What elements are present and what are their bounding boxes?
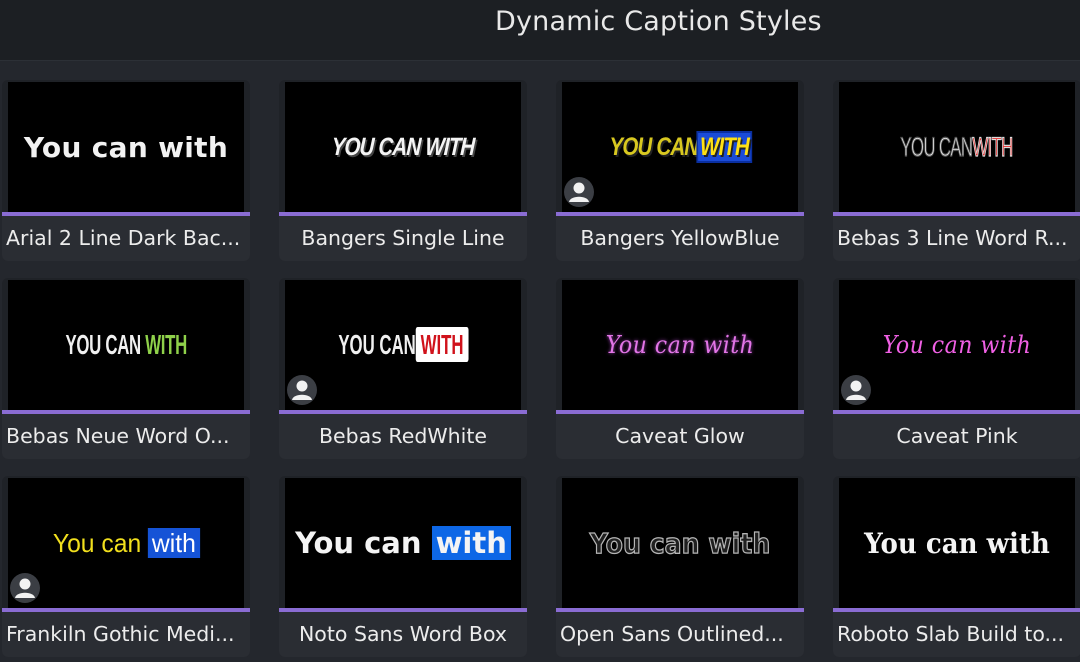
preview-text: You can with bbox=[589, 526, 771, 560]
preview-text: YOU CAN WITH bbox=[330, 132, 476, 161]
user-avatar-icon bbox=[564, 177, 594, 207]
caption-preview: YOU CANWITH bbox=[562, 82, 798, 212]
preview-text: You can with bbox=[23, 130, 229, 164]
preview-highlight-word: WITH bbox=[145, 329, 187, 360]
caption-preview: You can with bbox=[8, 478, 244, 608]
preview-text: You can with bbox=[864, 526, 1050, 560]
caption-style-tile-bebas-redwhite[interactable]: YOU CAN WITH Bebas RedWhite bbox=[279, 278, 527, 459]
preview-highlight-word: with bbox=[431, 526, 511, 560]
tile-label: Arial 2 Line Dark Bac... bbox=[2, 216, 250, 261]
preview-text: YOU CAN bbox=[900, 131, 974, 162]
caption-style-tile-roboto-slab[interactable]: You can with Roboto Slab Build to... bbox=[833, 476, 1080, 657]
preview-highlight-word: WITH bbox=[698, 132, 751, 161]
caption-style-tile-bangers-yellowblue[interactable]: YOU CANWITH Bangers YellowBlue bbox=[556, 80, 804, 261]
caption-preview: You can with bbox=[562, 280, 798, 410]
caption-style-tile-franklin-gothic[interactable]: You can with Frankiln Gothic Medi... bbox=[2, 476, 250, 657]
tile-label: Caveat Pink bbox=[833, 414, 1080, 459]
tile-label: Frankiln Gothic Medi... bbox=[2, 612, 250, 657]
caption-preview: YOU CANWITH bbox=[285, 280, 521, 410]
caption-preview: You can with bbox=[8, 82, 244, 212]
tile-label: Noto Sans Word Box bbox=[279, 612, 527, 657]
preview-text: YOU CAN bbox=[338, 329, 416, 360]
caption-preview: YOU CAN WITH bbox=[285, 82, 521, 212]
caption-style-tile-bebas-neue[interactable]: YOU CAN WITH Bebas Neue Word O... bbox=[2, 278, 250, 459]
caption-style-tile-bebas-3-line[interactable]: YOU CANWITH Bebas 3 Line Word R... bbox=[833, 80, 1080, 261]
tile-label: Bangers Single Line bbox=[279, 216, 527, 261]
caption-preview: You can with bbox=[562, 478, 798, 608]
preview-highlight-word: WITH bbox=[972, 131, 1014, 162]
tile-label: Bebas RedWhite bbox=[279, 414, 527, 459]
tile-label: Open Sans Outlined... bbox=[556, 612, 804, 657]
tile-label: Bebas Neue Word O... bbox=[2, 414, 250, 459]
user-avatar-icon bbox=[10, 573, 40, 603]
user-avatar-icon bbox=[287, 375, 317, 405]
preview-text: YOU CAN bbox=[609, 132, 699, 161]
caption-style-tile-bangers-single[interactable]: YOU CAN WITH Bangers Single Line bbox=[279, 80, 527, 261]
tile-label: Caveat Glow bbox=[556, 414, 804, 459]
caption-style-tile-caveat-glow[interactable]: You can with Caveat Glow bbox=[556, 278, 804, 459]
caption-preview: You can with bbox=[285, 478, 521, 608]
preview-highlight-word: WITH bbox=[415, 327, 468, 362]
preview-highlight-word: with bbox=[147, 527, 200, 558]
user-avatar-icon bbox=[841, 375, 871, 405]
caption-preview: You can with bbox=[839, 478, 1075, 608]
caption-style-tile-arial[interactable]: You can with Arial 2 Line Dark Bac... bbox=[2, 80, 250, 261]
preview-text: You can bbox=[295, 526, 422, 560]
preview-text: You can with bbox=[882, 331, 1032, 359]
preview-text: You can with bbox=[605, 331, 755, 359]
caption-style-grid: You can with Arial 2 Line Dark Bac... YO… bbox=[0, 0, 1080, 662]
tile-label: Bebas 3 Line Word R... bbox=[833, 216, 1080, 261]
tile-label: Bangers YellowBlue bbox=[556, 216, 804, 261]
caption-preview: YOU CAN WITH bbox=[8, 280, 244, 410]
caption-preview: You can with bbox=[839, 280, 1075, 410]
preview-text: You can bbox=[52, 527, 141, 558]
caption-style-tile-caveat-pink[interactable]: You can with Caveat Pink bbox=[833, 278, 1080, 459]
caption-style-tile-open-sans-outlined[interactable]: You can with Open Sans Outlined... bbox=[556, 476, 804, 657]
tile-label: Roboto Slab Build to... bbox=[833, 612, 1080, 657]
preview-text: YOU CAN bbox=[65, 329, 141, 360]
caption-style-tile-noto-sans[interactable]: You can with Noto Sans Word Box bbox=[279, 476, 527, 657]
caption-preview: YOU CANWITH bbox=[839, 82, 1075, 212]
